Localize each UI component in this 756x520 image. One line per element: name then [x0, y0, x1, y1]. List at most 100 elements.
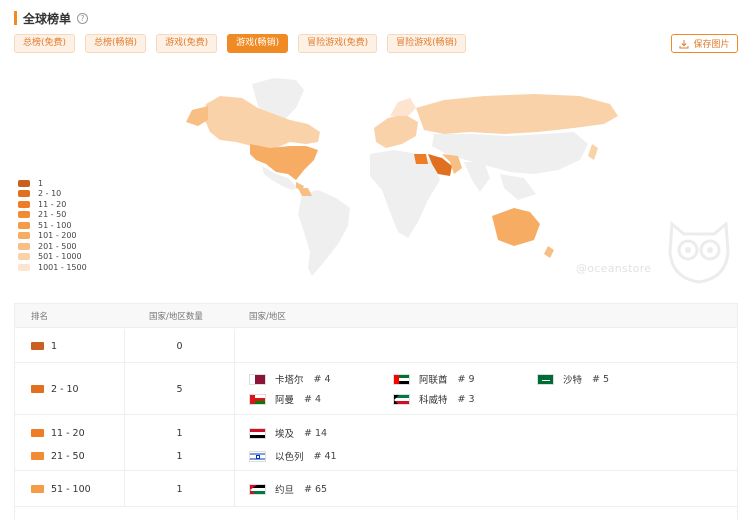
- map-europe: [374, 114, 418, 148]
- tab-overall-free[interactable]: 总榜(免费): [14, 34, 76, 53]
- country-name: 埃及: [275, 429, 295, 440]
- map-india: [464, 162, 490, 192]
- legend-swatch: [18, 179, 30, 187]
- rank-swatch: [31, 385, 44, 393]
- map-south-america-highlight: [298, 188, 312, 196]
- title-accent-bar: [14, 11, 17, 25]
- category-tabs: 总榜(免费) 总榜(畅销) 游戏(免费) 游戏(畅销) 冒险游戏(免费) 冒险游…: [14, 34, 476, 53]
- count-cell: 1: [176, 483, 183, 495]
- legend-swatch: [18, 263, 30, 271]
- legend-swatch: [18, 232, 30, 240]
- rank-cell: 21 - 50: [15, 451, 85, 462]
- map-new-zealand: [544, 246, 554, 258]
- legend-item: 1001 - 1500: [18, 262, 87, 273]
- legend-swatch: [18, 253, 30, 261]
- rank-cell: 11 - 20: [15, 428, 85, 439]
- count-cell: 1: [176, 427, 183, 439]
- country-rank: # 4: [313, 373, 331, 385]
- rank-label: 11 - 20: [51, 427, 85, 439]
- header-count: 国家/地区数量: [149, 311, 203, 322]
- country-rank: # 14: [304, 427, 328, 439]
- country-item-qatar[interactable]: 卡塔尔 # 4: [249, 372, 331, 386]
- table-row: 51 - 100 1 约旦 # 65: [15, 471, 737, 507]
- table-row: 11 - 20 21 - 50 1 1 埃及 # 14 以色列 # 41: [15, 415, 737, 471]
- country-name: 科威特: [419, 395, 448, 406]
- country-item-uae[interactable]: 阿联酋 # 9: [393, 372, 475, 386]
- rank-label: 51 - 100: [51, 483, 91, 495]
- section-header: 全球榜单 ?: [14, 10, 89, 26]
- rank-cell: 1: [15, 341, 57, 352]
- owl-logo-icon: [668, 220, 730, 284]
- country-name: 约旦: [275, 485, 295, 496]
- download-icon: [679, 39, 689, 48]
- rank-cell: 2 - 10: [15, 384, 79, 395]
- ranking-table: 排名 国家/地区数量 国家/地区 1 0 2 - 10 5 卡塔尔 # 4 阿联…: [14, 303, 738, 520]
- country-item-israel[interactable]: 以色列 # 41: [249, 449, 337, 463]
- rank-label: 1: [51, 340, 58, 352]
- legend-label: 101 - 200: [38, 231, 77, 241]
- map-australia: [492, 208, 540, 246]
- legend-label: 11 - 20: [38, 199, 67, 209]
- map-egypt: [414, 154, 428, 164]
- country-rank: # 9: [457, 373, 475, 385]
- tab-adventure-grossing[interactable]: 冒险游戏(畅销): [387, 34, 467, 53]
- legend-swatch: [18, 221, 30, 229]
- rank-swatch: [31, 485, 44, 493]
- country-name: 阿曼: [275, 395, 295, 406]
- legend-swatch: [18, 242, 30, 250]
- country-item-jordan[interactable]: 约旦 # 65: [249, 482, 327, 496]
- header-countries: 国家/地区: [249, 311, 286, 322]
- count-cell: 0: [176, 340, 183, 352]
- kuwait-flag-icon: [393, 393, 410, 405]
- map-se-asia: [500, 174, 536, 200]
- uae-flag-icon: [393, 373, 410, 385]
- legend-item: 201 - 500: [18, 241, 87, 252]
- page-title: 全球榜单: [23, 11, 72, 26]
- legend-label: 51 - 100: [38, 220, 72, 230]
- save-image-button[interactable]: 保存图片: [671, 34, 738, 53]
- map-legend: 1 2 - 10 11 - 20 21 - 50 51 - 100 101 - …: [18, 178, 87, 273]
- save-image-label: 保存图片: [693, 40, 730, 50]
- world-map: [14, 62, 738, 290]
- table-header: 排名 国家/地区数量 国家/地区: [15, 304, 737, 328]
- legend-swatch: [18, 211, 30, 219]
- legend-label: 201 - 500: [38, 241, 77, 251]
- rank-label: 21 - 50: [51, 450, 85, 462]
- map-africa: [370, 150, 440, 238]
- saudi-flag-icon: [537, 373, 554, 385]
- country-item-saudi[interactable]: 沙特 # 5: [537, 372, 609, 386]
- map-scandinavia: [390, 98, 416, 116]
- tab-games-grossing[interactable]: 游戏(畅销): [227, 34, 289, 53]
- map-alaska: [186, 106, 208, 126]
- map-south-america: [298, 190, 350, 276]
- count-cell: 1: [176, 450, 183, 462]
- country-item-egypt[interactable]: 埃及 # 14: [249, 426, 327, 440]
- rank-swatch: [31, 342, 44, 350]
- country-rank: # 65: [304, 483, 328, 495]
- tab-overall-grossing[interactable]: 总榜(畅销): [85, 34, 147, 53]
- rank-label: 2 - 10: [51, 383, 79, 395]
- country-name: 阿联酋: [419, 375, 448, 386]
- country-rank: # 3: [457, 393, 475, 405]
- count-cell: 5: [176, 383, 183, 395]
- tab-games-free[interactable]: 游戏(免费): [156, 34, 218, 53]
- country-item-kuwait[interactable]: 科威特 # 3: [393, 392, 475, 406]
- global-ranking-panel: 全球榜单 ? 总榜(免费) 总榜(畅销) 游戏(免费) 游戏(畅销) 冒险游戏(…: [0, 0, 756, 520]
- legend-label: 1: [38, 178, 44, 188]
- map-japan: [588, 144, 598, 160]
- country-rank: # 41: [313, 450, 337, 462]
- country-rank: # 5: [592, 373, 610, 385]
- qatar-flag-icon: [249, 373, 266, 385]
- help-icon[interactable]: ?: [77, 12, 89, 24]
- table-row: 2 - 10 5 卡塔尔 # 4 阿联酋 # 9 沙特 # 5 阿曼 # 4 科…: [15, 363, 737, 415]
- country-item-oman[interactable]: 阿曼 # 4: [249, 392, 321, 406]
- legend-item: 21 - 50: [18, 210, 87, 221]
- legend-label: 21 - 50: [38, 210, 67, 220]
- legend-item: 501 - 1000: [18, 252, 87, 263]
- legend-item: 51 - 100: [18, 220, 87, 231]
- legend-item: 2 - 10: [18, 189, 87, 200]
- tab-adventure-free[interactable]: 冒险游戏(免费): [298, 34, 378, 53]
- country-name: 以色列: [275, 452, 304, 463]
- rank-cell: 51 - 100: [15, 484, 91, 495]
- legend-item: 1: [18, 178, 87, 189]
